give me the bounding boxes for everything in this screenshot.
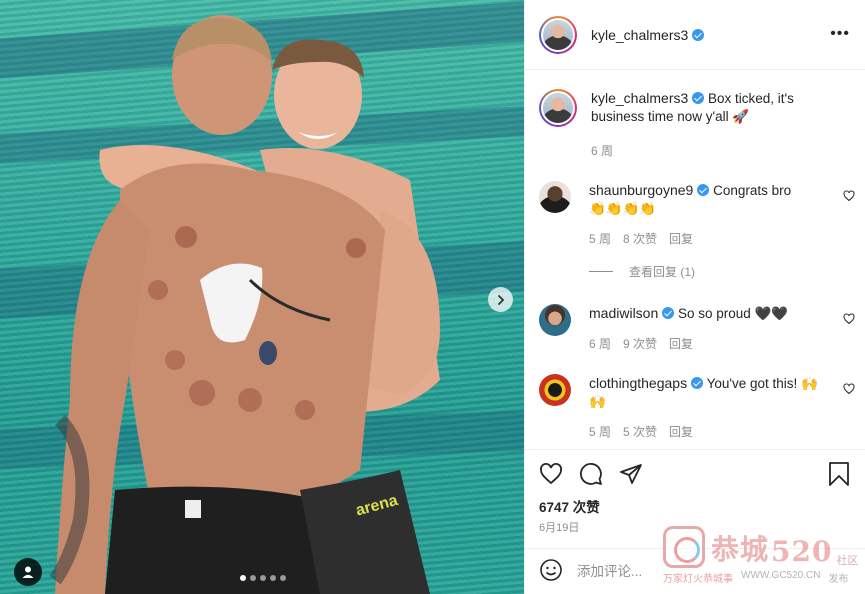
comment-likes[interactable]: 5 次赞 xyxy=(623,423,657,441)
commenter-username[interactable]: clothingthegaps xyxy=(589,375,687,391)
comment-reply-button[interactable]: 回复 xyxy=(669,335,693,353)
heart-icon xyxy=(843,383,855,395)
comment-text: You've got this! xyxy=(706,376,798,391)
comment-emoji: 🖤🖤 xyxy=(754,306,789,321)
bookmark-icon xyxy=(829,462,849,486)
post-date: 6月19日 xyxy=(539,522,580,534)
caption-author-avatar[interactable] xyxy=(539,89,577,127)
chevron-right-icon xyxy=(497,294,504,305)
view-replies-button[interactable]: 查看回复 (1) xyxy=(589,263,695,280)
view-replies-label: 查看回复 (1) xyxy=(629,265,696,279)
comment-likes[interactable]: 9 次赞 xyxy=(623,335,657,353)
carousel-dot xyxy=(240,575,246,581)
verified-badge-icon xyxy=(691,377,704,389)
carousel-indicator xyxy=(240,575,286,581)
commenter-avatar[interactable] xyxy=(539,304,571,336)
like-comment-button[interactable] xyxy=(843,382,855,398)
verified-badge-icon xyxy=(697,184,710,196)
comment-time: 6 周 xyxy=(589,337,612,351)
more-options-button[interactable]: ••• xyxy=(830,24,850,44)
comment-text: Congrats bro xyxy=(713,183,792,198)
like-comment-button[interactable] xyxy=(843,189,855,205)
comment-item: clothingthegaps You've got this! 🙌🙌 5 周 … xyxy=(539,374,859,441)
author-avatar[interactable] xyxy=(539,15,577,54)
commenter-avatar[interactable] xyxy=(539,181,571,213)
save-button[interactable] xyxy=(828,462,850,489)
add-comment-bar xyxy=(525,548,865,594)
comment-item: shaunburgoyne9 Congrats bro 👏👏👏👏 5 周 8 次… xyxy=(539,181,859,248)
verified-badge-icon xyxy=(662,307,675,319)
instagram-post: arena kyle_chalmers3 ••• kyle_chalmers3 … xyxy=(0,0,865,594)
author-username[interactable]: kyle_chalmers3 xyxy=(591,27,688,43)
comment-input[interactable] xyxy=(577,564,777,579)
like-button[interactable] xyxy=(539,462,563,489)
carousel-dot xyxy=(270,575,276,581)
post-header: kyle_chalmers3 ••• xyxy=(525,0,865,70)
comments-section[interactable]: kyle_chalmers3 Box ticked, it's business… xyxy=(525,71,865,449)
comment-text: So so proud xyxy=(678,306,751,321)
comment-time: 5 周 xyxy=(589,425,612,439)
heart-icon xyxy=(843,190,855,202)
commenter-avatar[interactable] xyxy=(539,374,571,406)
user-icon xyxy=(22,566,34,578)
caption-timestamp: 6 周 xyxy=(591,144,614,158)
post-caption: kyle_chalmers3 Box ticked, it's business… xyxy=(539,89,859,160)
comment-likes[interactable]: 8 次赞 xyxy=(623,230,657,248)
caption-username[interactable]: kyle_chalmers3 xyxy=(591,90,688,106)
hugging-swimmers-illustration: arena xyxy=(49,15,440,594)
carousel-dot xyxy=(260,575,266,581)
comment-item: madiwilson So so proud 🖤🖤 6 周 9 次赞 回复 xyxy=(539,304,859,353)
like-count[interactable]: 6747 次赞 xyxy=(539,496,600,516)
heart-icon xyxy=(843,313,855,325)
commenter-username[interactable]: shaunburgoyne9 xyxy=(589,182,693,198)
post-photo[interactable]: arena xyxy=(0,0,524,594)
tagged-users-button[interactable] xyxy=(14,558,42,586)
like-comment-button[interactable] xyxy=(843,312,855,328)
comment-time: 5 周 xyxy=(589,232,612,246)
replies-divider xyxy=(589,271,613,272)
speech-bubble-icon xyxy=(580,463,602,485)
comment-reply-button[interactable]: 回复 xyxy=(669,230,693,248)
post-actions: 6747 次赞 6月19日 xyxy=(525,449,865,535)
smiley-icon xyxy=(540,559,562,581)
verified-badge-icon xyxy=(692,28,705,41)
carousel-dot xyxy=(280,575,286,581)
share-button[interactable] xyxy=(619,462,643,489)
comment-reply-button[interactable]: 回复 xyxy=(669,423,693,441)
verified-badge-icon xyxy=(692,92,705,104)
carousel-next-button[interactable] xyxy=(488,287,513,312)
carousel-dot xyxy=(250,575,256,581)
emoji-button[interactable] xyxy=(539,558,563,585)
comment-emoji: 👏👏👏👏 xyxy=(589,201,657,216)
paper-plane-icon xyxy=(620,464,642,484)
comment-button[interactable] xyxy=(579,462,603,489)
commenter-username[interactable]: madiwilson xyxy=(589,305,658,321)
heart-icon xyxy=(540,463,562,485)
post-details-panel: kyle_chalmers3 ••• kyle_chalmers3 Box ti… xyxy=(524,0,865,594)
